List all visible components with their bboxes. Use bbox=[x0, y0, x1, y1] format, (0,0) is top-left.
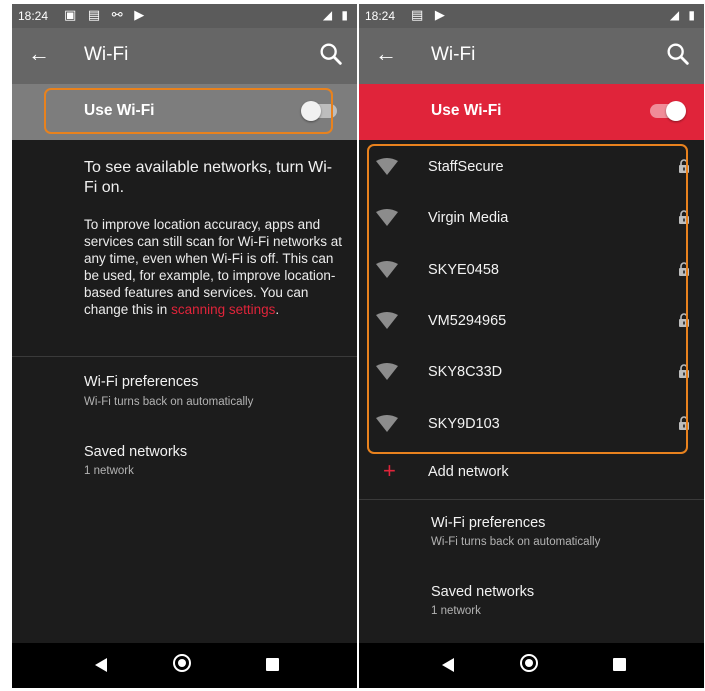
wifi-toggle-switch[interactable] bbox=[650, 101, 686, 121]
wifi-on-screen: 18:24 ▤ ▶ ◢ ▮ ← Wi-Fi Use Wi-Fi StaffSec… bbox=[359, 4, 704, 688]
signal-battery-icons: ◢ ▮ bbox=[669, 8, 698, 22]
app-bar: ← Wi-Fi bbox=[12, 28, 357, 84]
toggle-knob bbox=[666, 101, 686, 121]
divider bbox=[12, 356, 357, 357]
navigation-bar bbox=[12, 643, 357, 688]
lock-icon bbox=[678, 210, 690, 225]
saved-networks-subtitle: 1 network bbox=[84, 465, 134, 477]
network-row[interactable]: SKYE0458 bbox=[359, 247, 704, 298]
use-wifi-label: Use Wi-Fi bbox=[431, 102, 502, 119]
toggle-knob bbox=[301, 101, 321, 121]
arrow-left-icon[interactable]: ← bbox=[28, 41, 50, 67]
scanning-settings-link[interactable]: scanning settings bbox=[171, 302, 275, 317]
wifi-signal-icon bbox=[375, 158, 399, 176]
search-icon[interactable] bbox=[317, 40, 345, 68]
network-name: SKY8C33D bbox=[428, 364, 503, 381]
nav-recent-icon[interactable] bbox=[266, 658, 279, 671]
lock-icon bbox=[678, 313, 690, 327]
network-row[interactable]: SKY9D103 bbox=[359, 401, 704, 452]
notification-icons: ▤ ▶ bbox=[411, 7, 449, 22]
notification-icons: ▣ ▤ ⚯ ▶ bbox=[64, 7, 149, 22]
arrow-left-icon[interactable]: ← bbox=[375, 41, 397, 67]
left-margin bbox=[0, 0, 12, 691]
status-time: 18:24 bbox=[18, 9, 49, 23]
add-network-label: Add network bbox=[428, 464, 509, 480]
wifi-off-title: To see available networks, turn Wi-Fi on… bbox=[84, 159, 333, 196]
lock-icon bbox=[678, 261, 690, 276]
signal-battery-icons: ◢ ▮ bbox=[322, 8, 351, 22]
app-bar: ← Wi-Fi bbox=[359, 28, 704, 84]
lock-icon bbox=[678, 159, 690, 173]
use-wifi-row[interactable]: Use Wi-Fi bbox=[12, 84, 357, 140]
add-icon: + bbox=[383, 458, 396, 483]
search-icon[interactable] bbox=[664, 40, 692, 68]
page-title: Wi-Fi bbox=[431, 44, 476, 65]
navigation-bar bbox=[359, 643, 704, 688]
nav-home-icon[interactable] bbox=[520, 654, 538, 672]
network-row[interactable]: Virgin Media bbox=[359, 195, 704, 246]
network-row[interactable]: VM5294965 bbox=[359, 298, 704, 349]
nav-back-icon[interactable] bbox=[442, 658, 454, 672]
wifi-signal-icon bbox=[375, 414, 399, 433]
wifi-preferences-subtitle: Wi-Fi turns back on automatically bbox=[84, 396, 254, 408]
saved-networks-subtitle: 1 network bbox=[431, 605, 481, 617]
nav-back-icon[interactable] bbox=[95, 658, 107, 672]
wifi-off-description: To improve location accuracy, apps and s… bbox=[84, 216, 346, 318]
wifi-preferences-title: Wi-Fi preferences bbox=[431, 515, 546, 531]
wifi-preferences-subtitle: Wi-Fi turns back on automatically bbox=[431, 536, 601, 548]
wifi-signal-icon bbox=[375, 363, 399, 381]
network-row[interactable]: StaffSecure bbox=[359, 144, 704, 195]
network-row[interactable]: SKY8C33D bbox=[359, 349, 704, 400]
status-bar: 18:24 ▤ ▶ ◢ ▮ bbox=[359, 4, 704, 28]
network-name: SKYE0458 bbox=[428, 261, 499, 278]
network-name: StaffSecure bbox=[428, 159, 504, 175]
wifi-preferences-title: Wi-Fi preferences bbox=[84, 374, 199, 390]
wifi-signal-icon bbox=[375, 209, 399, 227]
use-wifi-label: Use Wi-Fi bbox=[84, 102, 155, 119]
wifi-signal-icon bbox=[375, 260, 399, 279]
lock-icon bbox=[678, 415, 690, 430]
nav-home-icon[interactable] bbox=[173, 654, 191, 672]
status-bar: 18:24 ▣ ▤ ⚯ ▶ ◢ ▮ bbox=[12, 4, 357, 28]
network-name: Virgin Media bbox=[428, 210, 509, 227]
use-wifi-row[interactable]: Use Wi-Fi bbox=[359, 84, 704, 140]
network-name: VM5294965 bbox=[428, 312, 507, 329]
saved-networks-title: Saved networks bbox=[431, 584, 535, 600]
wifi-signal-icon bbox=[375, 311, 399, 330]
saved-networks-title: Saved networks bbox=[84, 444, 188, 460]
network-name: SKY9D103 bbox=[428, 415, 500, 432]
lock-icon bbox=[678, 364, 690, 379]
wifi-toggle-switch[interactable] bbox=[301, 101, 337, 121]
wifi-off-screen: 18:24 ▣ ▤ ⚯ ▶ ◢ ▮ ← Wi-Fi Use Wi-Fi To s… bbox=[12, 4, 357, 688]
page-title: Wi-Fi bbox=[84, 44, 129, 65]
divider bbox=[359, 499, 704, 500]
nav-recent-icon[interactable] bbox=[613, 658, 626, 671]
wifi-off-period: . bbox=[275, 302, 280, 317]
status-time: 18:24 bbox=[365, 9, 396, 23]
